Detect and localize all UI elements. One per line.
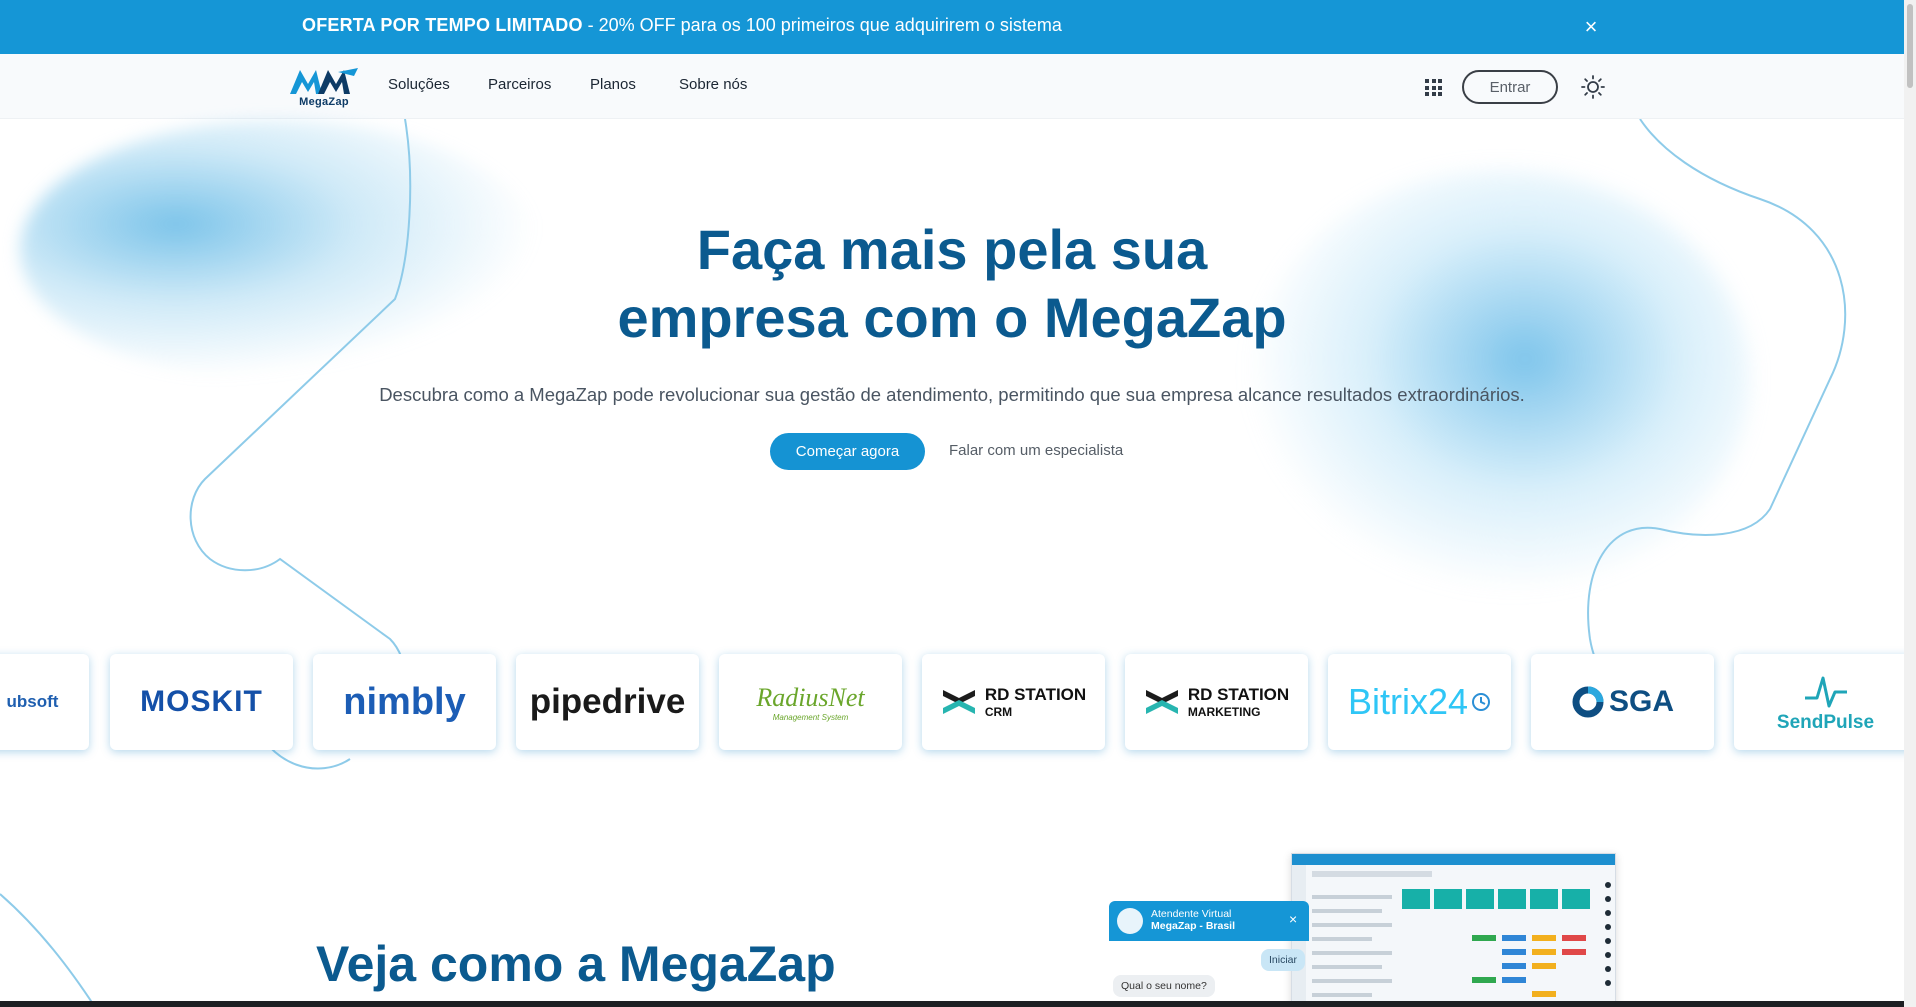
rd-marketing-line2: MARKETING [1187, 705, 1261, 719]
hero-title-line2: empresa com o MegaZap [617, 286, 1287, 349]
dashboard-header [1292, 854, 1615, 865]
rd-station-mark-icon [1145, 690, 1178, 714]
logo-wordmark: MegaZap [299, 96, 349, 108]
bottom-edge [0, 1001, 1916, 1007]
sga-ring-icon [1572, 686, 1604, 718]
rd-station-mark-icon [942, 690, 975, 714]
partner-logo-radiusnet: RadiusNet Management System [756, 683, 864, 722]
start-now-button[interactable]: Começar agora [770, 433, 925, 470]
promo-rest: - 20% OFF para os 100 primeiros que adqu… [582, 15, 1062, 35]
partner-card-bitrix24[interactable]: Bitrix24 [1328, 654, 1511, 750]
nav-link-solucoes[interactable]: Soluções [388, 76, 450, 93]
partner-card-rd-marketing[interactable]: RD STATION MARKETING [1125, 654, 1308, 750]
clock-icon [1472, 693, 1491, 711]
logo[interactable]: MegaZap [288, 64, 360, 110]
logo-mark-icon [290, 68, 358, 94]
partner-card-sendpulse[interactable]: SendPulse [1734, 654, 1916, 750]
nav-link-sobre-nos[interactable]: Sobre nós [679, 76, 747, 93]
partner-logo-pipedrive: pipedrive [529, 682, 686, 721]
nav-link-parceiros[interactable]: Parceiros [488, 76, 551, 93]
chat-widget-preview: Atendente Virtual MegaZap - Brasil × Ini… [1109, 901, 1309, 1007]
section-title: Veja como a MegaZap [316, 936, 836, 992]
hero-subtitle: Descubra como a MegaZap pode revoluciona… [379, 384, 1525, 405]
chat-close-icon[interactable]: × [1289, 911, 1297, 927]
rd-crm-wordmark: RD STATION CRM [985, 685, 1086, 719]
chat-question-bubble: Qual o seu nome? [1113, 975, 1215, 997]
pulse-icon [1804, 676, 1847, 708]
partner-logo-sendpulse: SendPulse [1776, 712, 1875, 733]
partner-logo-bitrix24: Bitrix24 [1347, 681, 1469, 722]
partner-card-radiusnet[interactable]: RadiusNet Management System [719, 654, 902, 750]
rd-marketing-line1: RD STATION [1187, 685, 1290, 704]
nav-link-planos[interactable]: Planos [590, 76, 636, 93]
partner-logo-ubsoft: ubsoft [6, 692, 59, 711]
promo-text: OFERTA POR TEMPO LIMITADO - 20% OFF para… [302, 15, 1062, 36]
chat-agent-line1: Atendente Virtual [1151, 908, 1232, 920]
hero-title: Faça mais pela sua empresa com o MegaZap [0, 216, 1904, 352]
hero-title-line1: Faça mais pela sua [696, 218, 1208, 281]
radiusnet-subtitle: Management System [772, 712, 849, 722]
scrollbar-thumb[interactable] [1907, 4, 1913, 88]
dashboard-preview-image [1291, 853, 1616, 1007]
chat-start-bubble[interactable]: Iniciar [1261, 949, 1306, 971]
top-nav: MegaZap Soluções Parceiros Planos Sobre … [0, 54, 1904, 119]
bot-avatar-icon [1117, 908, 1143, 934]
promo-banner: OFERTA POR TEMPO LIMITADO - 20% OFF para… [0, 0, 1904, 54]
close-icon[interactable]: × [1578, 14, 1604, 40]
partner-logo-sga: SGA [1608, 685, 1674, 718]
login-button[interactable]: Entrar [1462, 70, 1558, 104]
chat-header: Atendente Virtual MegaZap - Brasil × [1109, 901, 1309, 941]
partner-logo-nimbly: nimbly [343, 680, 466, 723]
partner-card-moskit[interactable]: MOSKIT [110, 654, 293, 750]
partner-card-sga[interactable]: SGA [1531, 654, 1714, 750]
promo-bold: OFERTA POR TEMPO LIMITADO [302, 15, 583, 35]
page: OFERTA POR TEMPO LIMITADO - 20% OFF para… [0, 0, 1916, 1007]
sun-icon[interactable] [1580, 74, 1606, 100]
partner-card-rd-crm[interactable]: RD STATION CRM [922, 654, 1105, 750]
rd-marketing-wordmark: RD STATION MARKETING [1188, 685, 1289, 719]
apps-grid-icon[interactable] [1425, 79, 1442, 96]
rd-crm-line2: CRM [984, 705, 1013, 719]
scrollbar-track[interactable] [1904, 0, 1916, 1007]
partner-card-pipedrive[interactable]: pipedrive [516, 654, 699, 750]
partner-logo-moskit: MOSKIT [140, 685, 263, 718]
partner-card-nimbly[interactable]: nimbly [313, 654, 496, 750]
radiusnet-name: RadiusNet [756, 682, 865, 712]
talk-to-expert-link[interactable]: Falar com um especialista [949, 442, 1123, 459]
partner-card-ubsoft[interactable]: ubsoft [0, 654, 89, 750]
chat-agent-line2: MegaZap - Brasil [1151, 920, 1236, 932]
dashboard-content-graphic [1292, 865, 1611, 1006]
chat-agent-name: Atendente Virtual MegaZap - Brasil [1151, 908, 1235, 932]
rd-crm-line1: RD STATION [984, 685, 1087, 704]
